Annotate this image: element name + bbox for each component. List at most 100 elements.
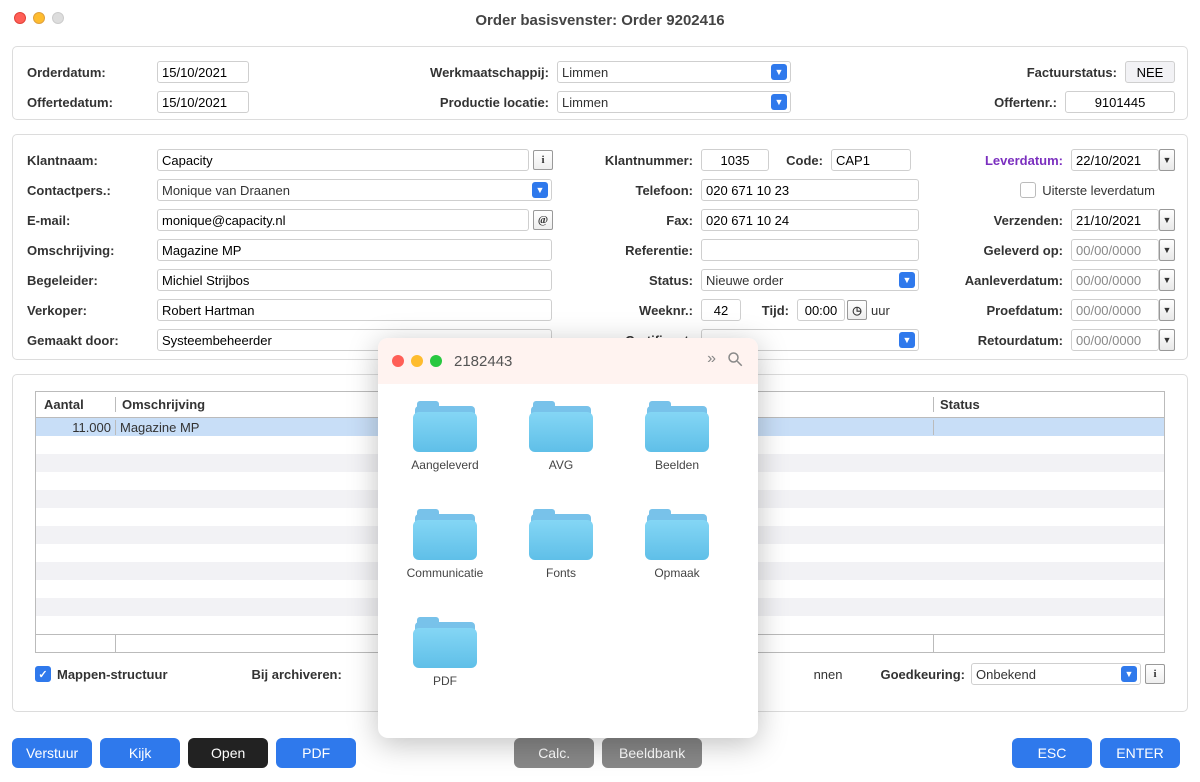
folder-label: Beelden [632,458,722,472]
chevron-down-icon: ▼ [1121,666,1137,682]
folder-icon [529,400,593,452]
pdf-button[interactable]: PDF [276,738,356,768]
folder-avg[interactable]: AVG [516,400,606,472]
window-title: Order basisvenster: Order 9202416 [0,12,1200,29]
calendar-dropdown-icon[interactable]: ▼ [1159,209,1175,231]
folder-communicatie[interactable]: Communicatie [400,508,490,580]
leverdatum-label: Leverdatum: [983,153,1071,168]
folder-opmaak[interactable]: Opmaak [632,508,722,580]
clock-icon[interactable]: ◷ [847,300,867,320]
goedkeuring-select[interactable]: Onbekend ▼ [971,663,1141,685]
folder-icon [413,400,477,452]
proef-input[interactable] [1071,299,1159,321]
popup-minimize-button[interactable] [411,355,423,367]
panel-top: Orderdatum: Offertedatum: Werkmaatschapp… [12,46,1188,120]
productie-locatie-label: Productie locatie: [425,95,557,110]
status-select[interactable]: Nieuwe order ▼ [701,269,919,291]
contactpers-label: Contactpers.: [25,183,157,198]
begeleider-label: Begeleider: [25,273,157,288]
chevron-down-icon: ▼ [899,272,915,288]
footer-buttons: Verstuur Kijk Open PDF Calc. Beeldbank E… [12,738,1188,768]
proef-label: Proefdatum: [984,303,1071,318]
uiterste-leverdatum-checkbox[interactable] [1020,182,1036,198]
calendar-dropdown-icon[interactable]: ▼ [1159,149,1175,171]
overflow-icon[interactable]: » [707,350,716,373]
status-label: Status: [581,273,701,288]
email-input[interactable] [157,209,529,231]
aanlever-input[interactable] [1071,269,1159,291]
kijk-button[interactable]: Kijk [100,738,180,768]
retour-input[interactable] [1071,329,1159,351]
aanlever-label: Aanleverdatum: [963,273,1071,288]
tijd-input[interactable] [797,299,845,321]
verkoper-input[interactable] [157,299,552,321]
werkmaatschappij-value: Limmen [562,65,608,80]
enter-button[interactable]: ENTER [1100,738,1180,768]
klantnummer-input[interactable] [701,149,769,171]
leverdatum-input[interactable] [1071,149,1159,171]
popup-close-button[interactable] [392,355,404,367]
code-input[interactable] [831,149,911,171]
popup-zoom-button[interactable] [430,355,442,367]
omschrijving-input[interactable] [157,239,552,261]
contactpers-select[interactable]: Monique van Draanen ▼ [157,179,552,201]
col-aantal[interactable]: Aantal [36,397,116,412]
calendar-dropdown-icon[interactable]: ▼ [1159,299,1175,321]
offertedatum-input[interactable] [157,91,249,113]
contactpers-value: Monique van Draanen [162,183,290,198]
finder-popup: 2182443 » Aangeleverd AVG Beelden Commun… [378,338,758,738]
geleverd-input[interactable] [1071,239,1159,261]
gemaakt-door-label: Gemaakt door: [25,333,157,348]
verzenden-input[interactable] [1071,209,1159,231]
scannen-partial: nnen [814,667,843,682]
referentie-label: Referentie: [581,243,701,258]
beeldbank-button[interactable]: Beeldbank [602,738,702,768]
folder-beelden[interactable]: Beelden [632,400,722,472]
telefoon-input[interactable] [701,179,919,201]
werkmaatschappij-select[interactable]: Limmen ▼ [557,61,791,83]
esc-button[interactable]: ESC [1012,738,1092,768]
werkmaatschappij-label: Werkmaatschappij: [425,65,557,80]
calendar-dropdown-icon[interactable]: ▼ [1159,269,1175,291]
orderdatum-input[interactable] [157,61,249,83]
goedkeuring-value: Onbekend [976,667,1036,682]
productie-locatie-select[interactable]: Limmen ▼ [557,91,791,113]
fax-input[interactable] [701,209,919,231]
verkoper-label: Verkoper: [25,303,157,318]
folder-pdf[interactable]: PDF [400,616,490,688]
folder-icon [529,508,593,560]
open-button[interactable]: Open [188,738,268,768]
geleverd-label: Geleverd op: [982,243,1071,258]
calendar-dropdown-icon[interactable]: ▼ [1159,329,1175,351]
info-icon[interactable]: i [1145,664,1165,684]
retour-label: Retourdatum: [976,333,1071,348]
calendar-dropdown-icon[interactable]: ▼ [1159,239,1175,261]
chevron-down-icon: ▼ [899,332,915,348]
col-status[interactable]: Status [934,397,1164,412]
offertenr-input[interactable] [1065,91,1175,113]
search-icon[interactable] [726,350,744,373]
folder-icon [413,616,477,668]
bij-archiveren-label: Bij archiveren: [252,667,342,682]
verstuur-button[interactable]: Verstuur [12,738,92,768]
folder-fonts[interactable]: Fonts [516,508,606,580]
telefoon-label: Telefoon: [581,183,701,198]
referentie-input[interactable] [701,239,919,261]
productie-locatie-value: Limmen [562,95,608,110]
info-icon[interactable]: i [533,150,553,170]
omschrijving-label: Omschrijving: [25,243,157,258]
begeleider-input[interactable] [157,269,552,291]
folder-aangeleverd[interactable]: Aangeleverd [400,400,490,472]
folder-label: Aangeleverd [400,458,490,472]
folder-label: Opmaak [632,566,722,580]
klantnaam-input[interactable] [157,149,529,171]
goedkeuring-label: Goedkeuring: [880,667,965,682]
at-icon[interactable]: @ [533,210,553,230]
weeknr-input[interactable] [701,299,741,321]
factuurstatus-label: Factuurstatus: [1025,65,1125,80]
klantnaam-label: Klantnaam: [25,153,157,168]
mappen-structuur-checkbox[interactable]: ✓ [35,666,51,682]
calc-button[interactable]: Calc. [514,738,594,768]
orderdatum-label: Orderdatum: [25,65,157,80]
mappen-structuur-label: Mappen-structuur [57,667,168,682]
